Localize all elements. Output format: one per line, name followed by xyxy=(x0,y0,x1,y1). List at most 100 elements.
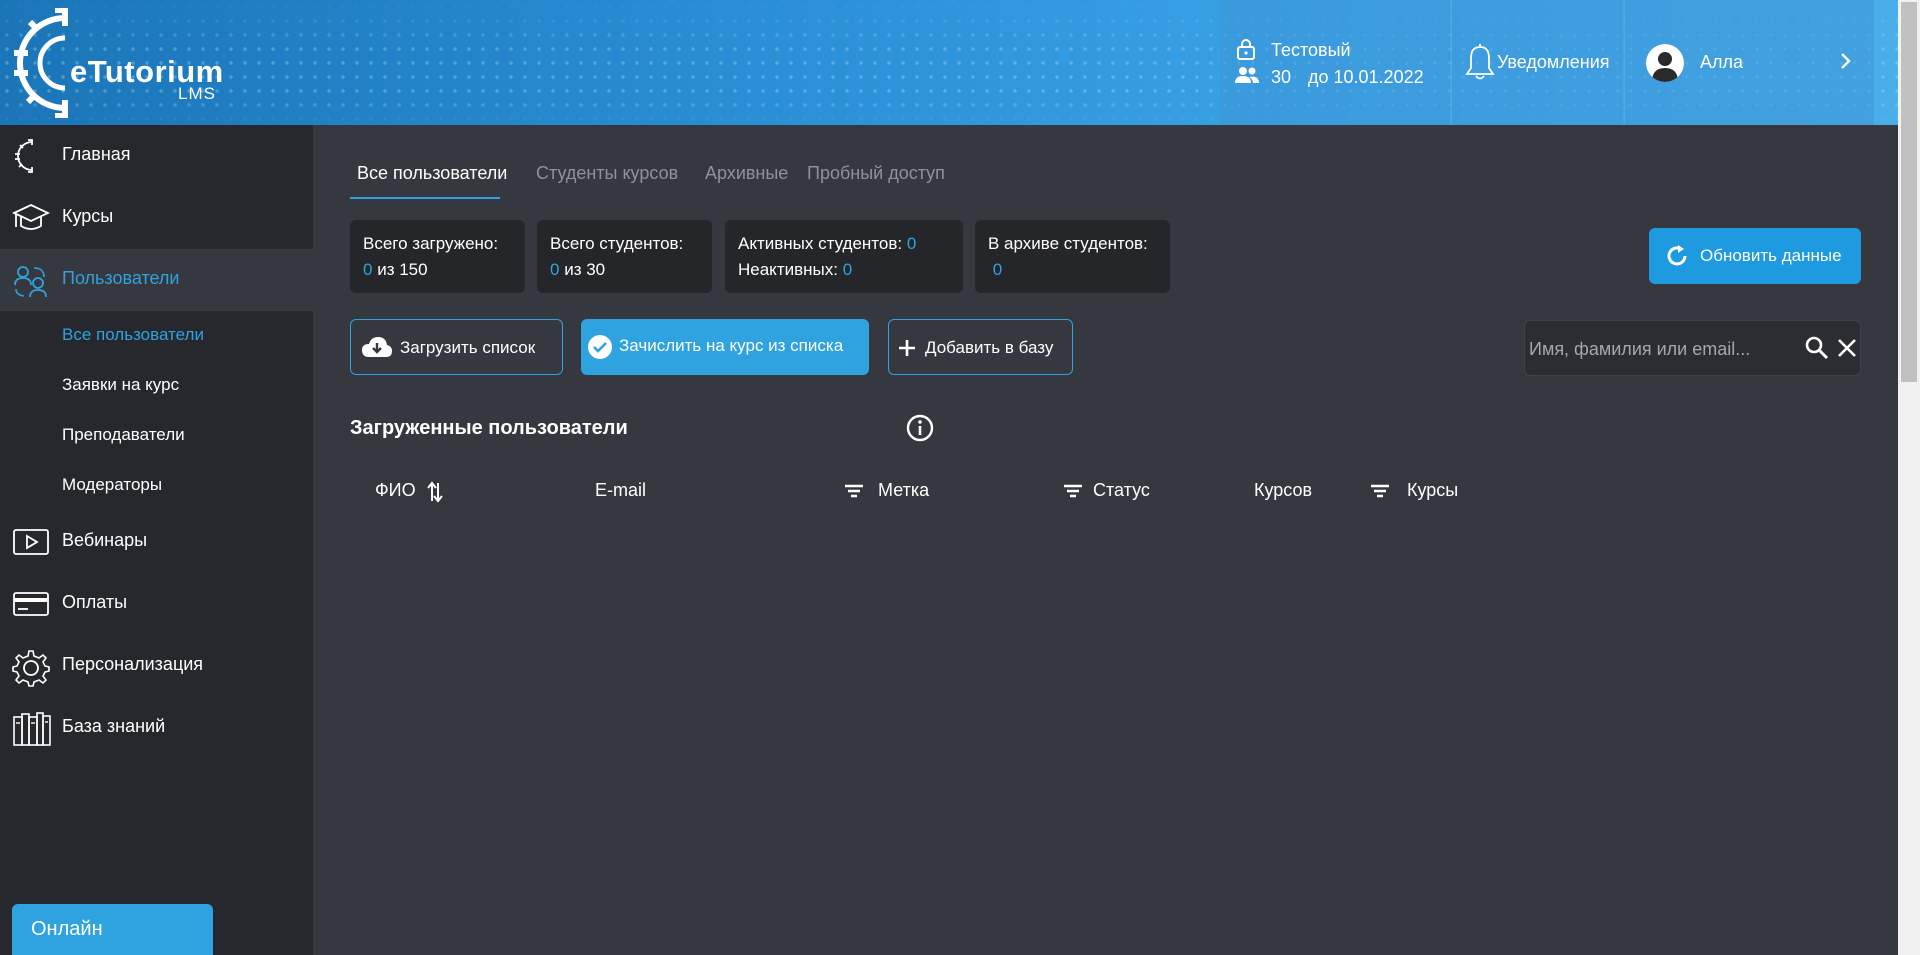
enroll-from-list-label: Зачислить на курс из списка xyxy=(619,336,844,355)
filter-icon[interactable] xyxy=(1063,483,1083,499)
sidebar-item-courses[interactable]: Курсы xyxy=(0,187,313,249)
home-icon xyxy=(15,139,33,173)
refresh-icon xyxy=(1667,245,1687,266)
scrollbar-thumb[interactable] xyxy=(1901,2,1917,382)
sidebar-item-webinars[interactable]: Вебинары xyxy=(0,511,313,573)
stat-inactive-line: Неактивных: 0 xyxy=(738,257,950,283)
stat-value: 0 xyxy=(906,234,917,253)
app-header: eTutorium LMS Тестовый 30 до 10.01.2022 … xyxy=(0,0,1898,125)
graduation-cap-icon xyxy=(12,204,50,230)
column-full-name[interactable]: ФИО xyxy=(375,480,416,501)
sidebar-item-knowledge-base[interactable]: База знаний xyxy=(0,697,313,759)
close-icon[interactable] xyxy=(1837,338,1857,358)
plan-name: Тестовый xyxy=(1271,40,1351,60)
add-to-base-label: Добавить в базу xyxy=(925,338,1054,357)
chevron-right-icon[interactable] xyxy=(1840,52,1852,70)
stat-label: Всего загружено: xyxy=(363,234,499,253)
add-to-base-button[interactable]: Добавить в базу xyxy=(888,319,1073,375)
stat-value: 0 xyxy=(992,260,1003,279)
active-tab-indicator xyxy=(350,197,500,199)
upload-list-button[interactable]: Загрузить список xyxy=(350,319,563,375)
sidebar-item-label: Главная xyxy=(62,144,131,164)
column-tag[interactable]: Метка xyxy=(878,480,929,501)
sidebar-subitem-moderators[interactable]: Модераторы xyxy=(62,475,162,495)
users-icon xyxy=(1235,67,1259,83)
plus-icon xyxy=(899,340,915,356)
search-input[interactable] xyxy=(1529,335,1789,363)
etutorium-logo[interactable]: eTutorium LMS xyxy=(10,7,223,119)
notifications-label: Уведомления xyxy=(1497,52,1610,72)
stat-label: Неактивных: xyxy=(738,260,838,279)
sidebar-item-payments[interactable]: Оплаты xyxy=(0,573,313,635)
refresh-data-button[interactable]: Обновить данные xyxy=(1649,228,1861,284)
play-video-icon xyxy=(13,529,49,555)
user-avatar-icon xyxy=(1652,52,1678,82)
sidebar-subitem-course-requests[interactable]: Заявки на курс xyxy=(62,375,179,395)
column-courses[interactable]: Курсы xyxy=(1407,480,1458,501)
lock-icon xyxy=(1237,39,1255,60)
sort-icon[interactable] xyxy=(427,481,443,503)
stat-value-line: 0 из 150 xyxy=(363,257,512,283)
refresh-label: Обновить данные xyxy=(1700,246,1842,265)
sidebar-item-label: Оплаты xyxy=(62,592,128,612)
cloud-download-icon xyxy=(362,337,392,357)
sidebar-item-label: Пользователи xyxy=(62,268,180,288)
sidebar-item-personalization[interactable]: Персонализация xyxy=(0,635,313,697)
stat-students: Всего студентов: 0 из 30 xyxy=(537,220,712,293)
filter-icon[interactable] xyxy=(844,483,864,499)
check-circle-icon xyxy=(588,335,612,359)
filter-icon[interactable] xyxy=(1370,483,1390,499)
page-scrollbar[interactable] xyxy=(1898,0,1920,955)
credit-card-icon xyxy=(13,592,49,616)
plan-expiry: до 10.01.2022 xyxy=(1308,67,1424,87)
sidebar-item-home[interactable]: Главная xyxy=(0,125,313,187)
sidebar-item-label: Курсы xyxy=(62,206,114,226)
plan-seats: 30 xyxy=(1271,67,1292,87)
plan-info[interactable]: Тестовый 30 до 10.01.2022 xyxy=(1220,0,1450,125)
enroll-from-list-button[interactable]: Зачислить на курс из списка xyxy=(581,319,869,375)
stat-uploaded: Всего загружено: 0 из 150 xyxy=(350,220,525,293)
sidebar-item-label: База знаний xyxy=(62,716,166,736)
stat-label: Всего студентов: xyxy=(550,234,684,253)
users-network-icon xyxy=(14,266,47,298)
bell-icon xyxy=(1465,44,1495,80)
info-icon[interactable] xyxy=(906,414,934,442)
column-course-count[interactable]: Курсов xyxy=(1254,480,1312,501)
stat-archive: В архиве студентов: 0 xyxy=(975,220,1170,293)
user-name: Алла xyxy=(1700,52,1744,72)
user-search xyxy=(1524,320,1861,376)
section-title: Загруженные пользователи xyxy=(350,417,628,439)
stat-value-line: 0 xyxy=(988,257,1157,283)
tab-all-users[interactable]: Все пользователи xyxy=(357,163,507,184)
gear-icon xyxy=(12,650,50,687)
books-icon xyxy=(13,712,51,746)
upload-list-label: Загрузить список xyxy=(400,338,536,357)
tab-trial-access[interactable]: Пробный доступ xyxy=(807,163,945,184)
main-content: Все пользователи Студенты курсов Архивны… xyxy=(313,125,1898,955)
column-status[interactable]: Статус xyxy=(1093,480,1150,501)
user-menu[interactable]: Алла xyxy=(1624,0,1874,125)
online-support-button[interactable]: Онлайн xyxy=(12,904,213,955)
sidebar-subitem-all-users[interactable]: Все пользователи xyxy=(62,325,204,345)
avatar xyxy=(1646,44,1684,82)
sidebar: Главная Курсы Пользователи Все пользоват… xyxy=(0,125,313,955)
stat-active: Активных студентов: 0 Неактивных: 0 xyxy=(725,220,963,293)
sidebar-item-label: Персонализация xyxy=(62,654,204,674)
stat-value: 0 xyxy=(363,260,373,279)
sidebar-subitem-teachers[interactable]: Преподаватели xyxy=(62,425,185,445)
stat-value-line: 0 из 30 xyxy=(550,257,699,283)
stat-limit: из 150 xyxy=(377,260,428,279)
notifications-button[interactable]: Уведомления xyxy=(1451,0,1623,125)
column-email[interactable]: E-mail xyxy=(595,480,646,501)
sidebar-item-label: Вебинары xyxy=(62,530,148,550)
stat-limit: из 30 xyxy=(564,260,606,279)
sidebar-item-users[interactable]: Пользователи xyxy=(0,249,313,311)
stat-value: 0 xyxy=(550,260,560,279)
tab-archived[interactable]: Архивные xyxy=(705,163,788,184)
stat-label: В архиве студентов: xyxy=(988,234,1148,253)
stat-value: 0 xyxy=(842,260,853,279)
tab-course-students[interactable]: Студенты курсов xyxy=(536,163,678,184)
search-icon[interactable] xyxy=(1805,336,1829,360)
logo-subtitle: LMS xyxy=(178,84,216,103)
stat-label: Активных студентов: xyxy=(738,234,903,253)
